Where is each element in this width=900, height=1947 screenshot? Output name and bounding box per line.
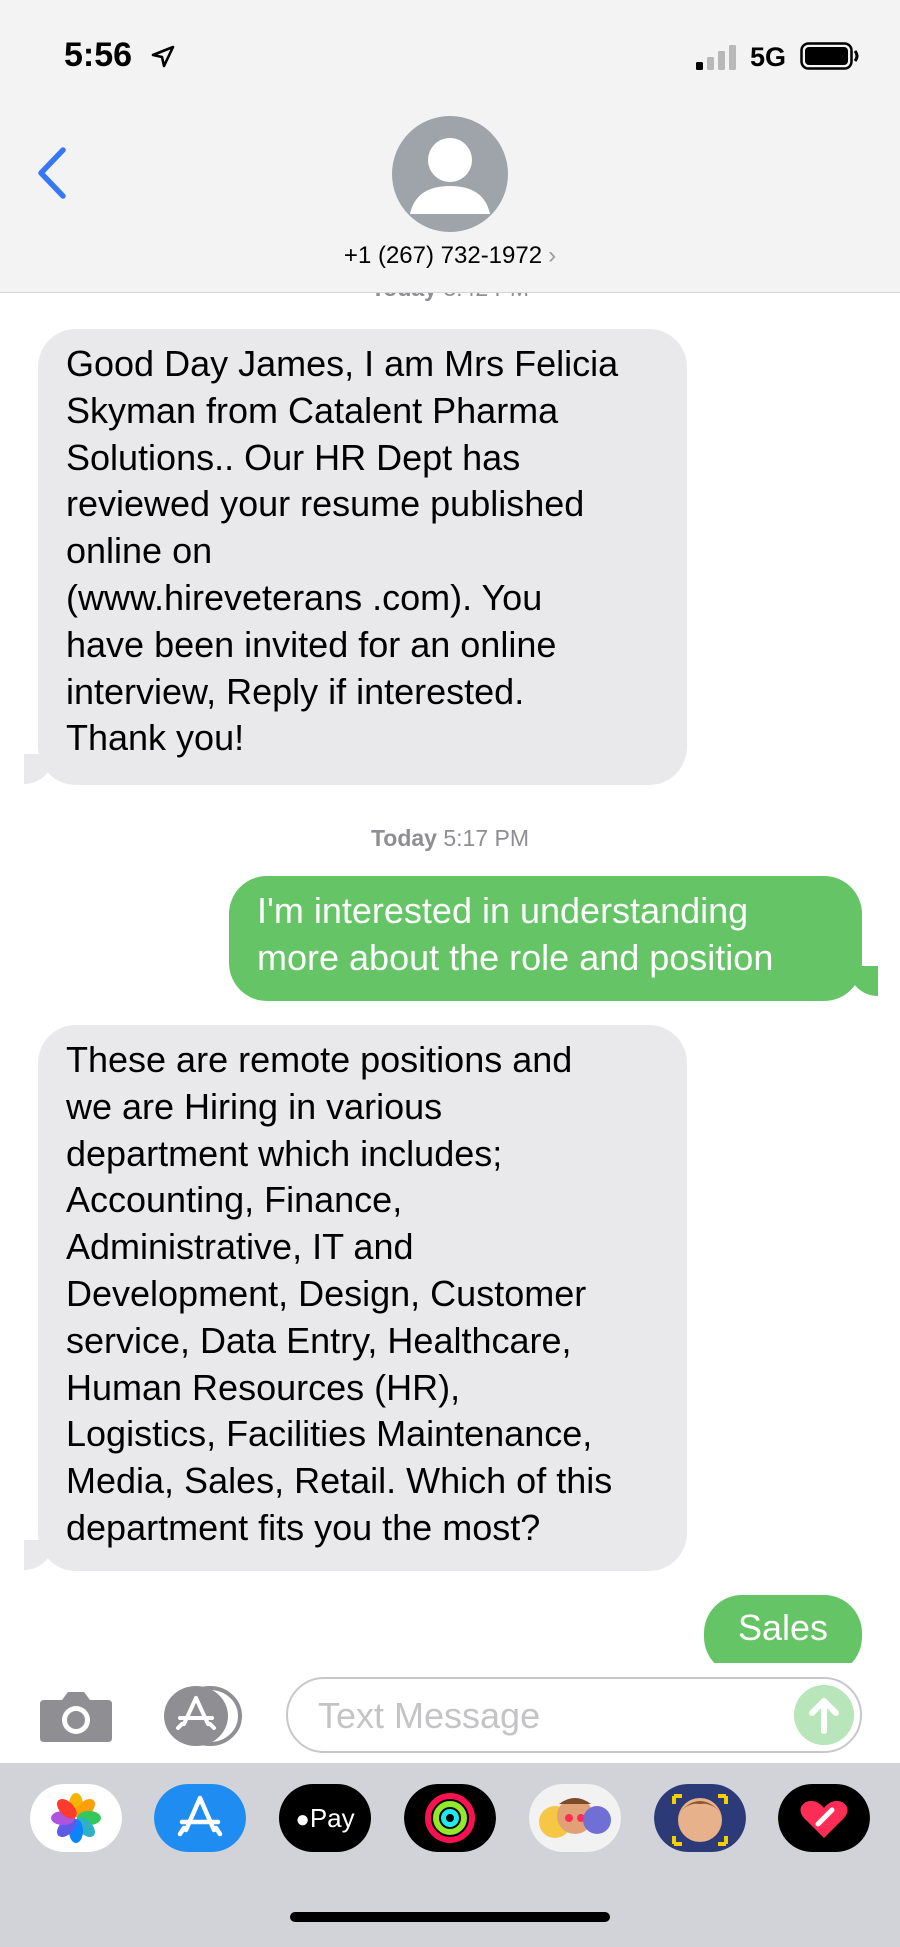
outgoing-message-bubble[interactable]: I'm interested in understanding more abo… (229, 876, 862, 1001)
message-input-field[interactable] (286, 1677, 862, 1753)
app-store-icon[interactable] (154, 1784, 246, 1852)
activity-icon[interactable] (404, 1784, 496, 1852)
app-store-drawer-icon[interactable] (160, 1686, 244, 1746)
timestamp-3-42: Today 3:42 PM (0, 293, 900, 302)
apple-pay-icon[interactable]: ●Pay (279, 1784, 371, 1852)
incoming-message-bubble[interactable]: Good Day James, I am Mrs Felicia Skyman … (38, 329, 687, 785)
contact-name[interactable]: +1 (267) 732-1972 › (0, 242, 900, 270)
contact-number: +1 (267) 732-1972 (343, 242, 543, 269)
back-chevron-icon[interactable] (36, 146, 68, 200)
contact-avatar[interactable] (392, 116, 508, 232)
status-time: 5:56 (64, 36, 133, 74)
timestamp-time: 3:42 PM (443, 293, 529, 301)
home-indicator[interactable] (290, 1912, 610, 1922)
battery-icon (800, 42, 859, 70)
timestamp-day: Today (370, 825, 437, 851)
incoming-message-bubble[interactable]: These are remote positions and we are Hi… (38, 1025, 687, 1571)
send-arrow-icon[interactable] (794, 1685, 854, 1745)
memoji-stickers-icon[interactable] (529, 1784, 621, 1852)
timestamp-5-17: Today 5:17 PM (0, 825, 900, 852)
cellular-signal-icon (696, 45, 736, 70)
outgoing-message-bubble[interactable]: Sales (704, 1595, 862, 1663)
message-thread[interactable]: Today 3:42 PM Good Day James, I am Mrs F… (0, 293, 900, 1663)
message-input[interactable] (316, 1679, 800, 1753)
memoji-icon[interactable] (654, 1784, 746, 1852)
location-arrow-icon (151, 45, 175, 68)
camera-icon[interactable] (38, 1688, 114, 1744)
timestamp-day: Today (371, 293, 437, 301)
person-silhouette-icon (410, 138, 490, 214)
digital-touch-icon[interactable] (778, 1784, 870, 1852)
apple-logo-icon: ● (295, 1806, 310, 1833)
photos-icon[interactable] (30, 1784, 122, 1852)
contact-chevron-icon: › (548, 242, 557, 269)
apple-pay-label: Pay (309, 1803, 355, 1833)
timestamp-time: 5:17 PM (443, 825, 530, 851)
network-type: 5G (750, 42, 787, 72)
